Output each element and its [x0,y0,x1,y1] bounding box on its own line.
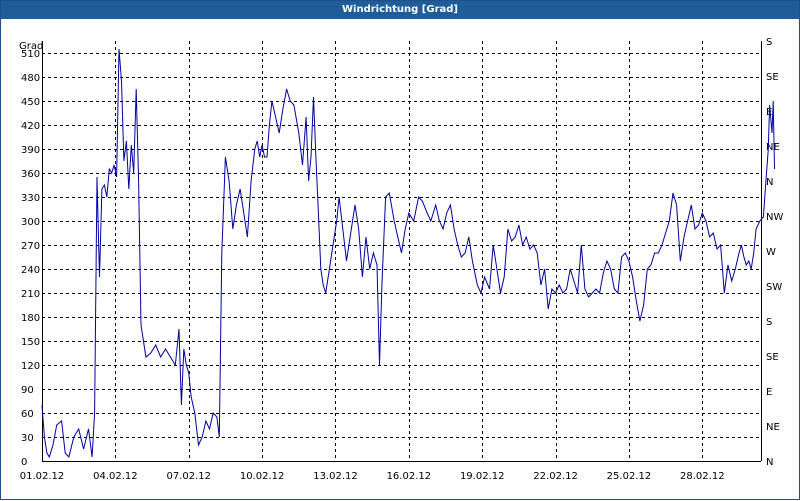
y-axis-ticks: 0 30 60 90 120 150 180 210 240 270 300 330 360 390 420… [21,49,40,468]
y-tick-label: 210 [21,289,40,300]
right-axis-ticks: NNEESESSWWNWNNEESES [766,37,783,468]
y-tick-label: 120 [21,361,40,372]
right-tick-label: NW [766,212,783,223]
y-tick-label: 360 [21,169,40,180]
x-tick-label: 04.02.12 [93,471,138,482]
y-tick-label: 240 [21,265,40,276]
right-tick-label: W [766,247,776,258]
right-tick-label: E [766,387,772,398]
y-tick-label: 0 [21,457,27,468]
y-axis-label: Grad [19,41,43,52]
right-tick-label: N [766,457,773,468]
chart-window: Windrichtung [Grad] 0 30 60 90 120 150 180 210 2… [0,0,800,500]
x-tick-label: 07.02.12 [166,471,211,482]
y-tick-label: 450 [21,97,40,108]
y-tick-label: 30 [21,433,34,444]
right-tick-label: S [766,37,772,48]
series-line [41,48,775,459]
y-tick-label: 420 [21,121,40,132]
right-tick-label: N [766,177,773,188]
x-tick-label: 25.02.12 [607,471,652,482]
x-tick-label: 19.02.12 [460,471,505,482]
right-tick-label: SE [766,72,779,83]
y-tick-label: 390 [21,145,40,156]
y-tick-label: 180 [21,313,40,324]
y-tick-label: 150 [21,337,40,348]
x-tick-label: 01.02.12 [20,471,65,482]
y-tick-label: 60 [21,409,34,420]
wind-direction-chart: 0 30 60 90 120 150 180 210 240 270 300 330 360 390 420… [19,37,783,482]
y-tick-label: 300 [21,217,40,228]
right-tick-label: S [766,317,772,328]
y-tick-label: 90 [21,385,34,396]
y-tick-label: 330 [21,193,40,204]
x-tick-label: 16.02.12 [387,471,432,482]
x-tick-label: 10.02.12 [240,471,285,482]
x-tick-label: 28.02.12 [680,471,725,482]
x-tick-label: 22.02.12 [533,471,578,482]
x-tick-label: 13.02.12 [313,471,358,482]
right-tick-label: SW [766,282,782,293]
y-tick-label: 270 [21,241,40,252]
right-tick-label: NE [766,422,780,433]
y-tick-label: 480 [21,73,40,84]
right-tick-label: SE [766,352,779,363]
x-axis-ticks: 01.02.12 04.02.12 07.02.12 10.02.12 13.02.12… [20,471,725,482]
